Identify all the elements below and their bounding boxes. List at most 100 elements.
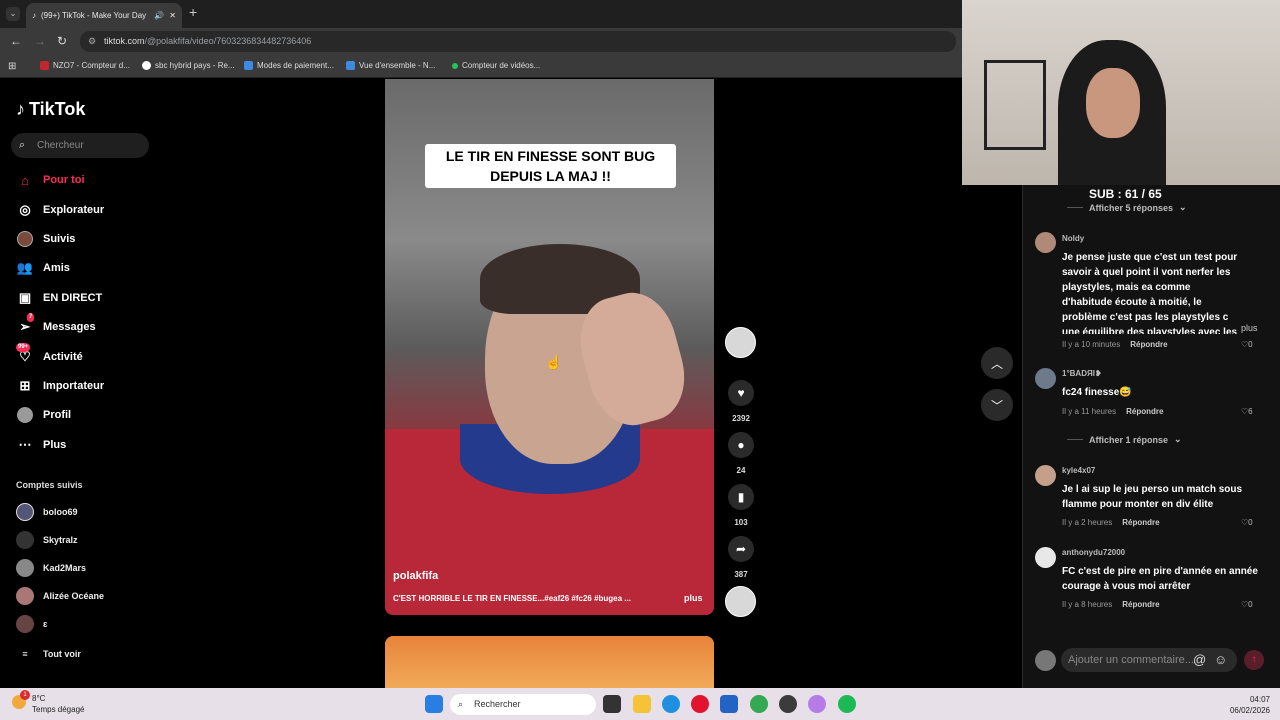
followed-account[interactable]: Alizée Océane: [16, 586, 104, 606]
bookmark-item[interactable]: Vue d'ensemble - N...: [346, 61, 435, 70]
new-tab-icon[interactable]: +: [189, 4, 197, 20]
show-replies-button[interactable]: Afficher 5 réponses ⌄: [1067, 202, 1187, 213]
messages-badge: 7: [27, 313, 35, 322]
search-icon: ⌕: [19, 139, 26, 151]
nav-profile[interactable]: Profil: [16, 404, 71, 426]
search-icon: ⌕: [458, 699, 464, 709]
tiktok-logo[interactable]: ♪ TikTok: [16, 99, 85, 120]
google-icon: [142, 61, 151, 70]
forward-icon[interactable]: →: [34, 34, 46, 48]
bookmark-item[interactable]: Compteur de vidéos...: [452, 61, 540, 70]
save-button[interactable]: ▮: [728, 484, 754, 510]
bookmark-item[interactable]: Modes de paiement...: [244, 61, 334, 70]
sub-counter: SUB : 61 / 65: [1089, 187, 1162, 201]
comment-like-button[interactable]: ♡0: [1241, 600, 1253, 609]
browser-tab[interactable]: ♪ (99+) TikTok - Make Your Day 🔊 ✕: [26, 3, 182, 28]
avatar[interactable]: [1035, 547, 1056, 568]
like-button[interactable]: ♥: [728, 380, 754, 406]
send-button[interactable]: ↑: [1244, 650, 1264, 670]
reply-button[interactable]: Répondre: [1122, 600, 1159, 609]
site-info-icon[interactable]: ⚙: [88, 31, 96, 52]
edge-icon[interactable]: [662, 695, 680, 713]
weather-widget[interactable]: 1 8°C Temps dégagé: [12, 690, 84, 715]
apps-icon[interactable]: ⊞: [8, 61, 16, 72]
bookmark-item[interactable]: NZO7 - Compteur d...: [40, 61, 130, 70]
avatar[interactable]: [1035, 368, 1056, 389]
speaker-icon[interactable]: 🔊: [154, 11, 164, 20]
nav-upload[interactable]: ⊞ Importateur: [16, 375, 105, 397]
comment-icon: ●: [737, 438, 745, 452]
nav-activity[interactable]: ♡ 99+ Activité: [16, 343, 83, 368]
spotify-icon[interactable]: [838, 695, 856, 713]
comment-more-link[interactable]: plus: [1241, 323, 1258, 333]
nav-for-you[interactable]: ⌂ Pour toi: [16, 169, 85, 191]
nav-friends[interactable]: 👥 Amis: [16, 257, 70, 279]
store-icon[interactable]: [720, 695, 738, 713]
followed-account[interactable]: Skytralz: [16, 530, 78, 550]
nav-following[interactable]: Suivis: [16, 228, 75, 250]
comment-username[interactable]: anthonydu72000: [1062, 548, 1125, 557]
webcam-shelf: [984, 60, 1046, 150]
comment-like-button[interactable]: ♡6: [1241, 407, 1253, 416]
nav-more[interactable]: ⋯ Plus: [16, 434, 67, 456]
reply-button[interactable]: Répondre: [1126, 407, 1163, 416]
task-view-icon[interactable]: [603, 695, 621, 713]
reply-button[interactable]: Répondre: [1130, 340, 1167, 349]
opera-icon[interactable]: [691, 695, 709, 713]
emoji-icon[interactable]: ☺: [1214, 652, 1227, 667]
system-clock[interactable]: 04:07 06/02/2026: [1230, 694, 1270, 716]
windows-start-icon[interactable]: [425, 695, 443, 713]
nav-messages[interactable]: ➢ 7 Messages: [16, 313, 96, 338]
app-icon[interactable]: [808, 695, 826, 713]
comment-text: Je l ai sup le jeu perso un match sous f…: [1062, 484, 1243, 510]
bookmark-item[interactable]: sbc hybrid pays - Re...: [142, 61, 235, 70]
comment-like-button[interactable]: ♡0: [1241, 340, 1253, 349]
comment-username[interactable]: Noldy: [1062, 234, 1084, 243]
previous-video-button[interactable]: ︿: [981, 347, 1013, 379]
see-all-link[interactable]: ≡ Tout voir: [16, 644, 80, 664]
share-button[interactable]: ➦: [728, 536, 754, 562]
video-overlay-text: LE TIR EN FINESSE SONT BUG DEPUIS LA MAJ…: [425, 144, 676, 188]
comment-like-button[interactable]: ♡0: [1241, 518, 1253, 527]
search-input[interactable]: ⌕ Chercheur: [11, 133, 149, 158]
comment-input[interactable]: Ajouter un commentaire...: [1061, 648, 1237, 672]
music-disc-avatar[interactable]: [725, 586, 756, 617]
url-field[interactable]: ⚙ tiktok.com/@polakfifa/video/7603236834…: [80, 31, 956, 52]
followed-account[interactable]: Kad2Mars: [16, 558, 86, 578]
file-explorer-icon[interactable]: [633, 695, 651, 713]
avatar[interactable]: [1035, 232, 1056, 253]
arrow-up-icon: ↑: [1251, 654, 1257, 665]
nav-live[interactable]: ▣ EN DIRECT: [16, 287, 102, 309]
video-player[interactable]: LE TIR EN FINESSE SONT BUG DEPUIS LA MAJ…: [385, 79, 714, 615]
ads-icon: [346, 61, 355, 70]
tab-search-button[interactable]: ⌄: [6, 7, 20, 21]
obs-icon[interactable]: [779, 695, 797, 713]
browser-tab-bar: ⌄ ♪ (99+) TikTok - Make Your Day 🔊 ✕ +: [0, 0, 962, 28]
comment-button[interactable]: ●: [728, 432, 754, 458]
nav-explore[interactable]: ◎ Explorateur: [16, 199, 104, 221]
next-video-button[interactable]: ﹀: [981, 389, 1013, 421]
next-video-preview[interactable]: [385, 636, 714, 696]
reply-button[interactable]: Répondre: [1122, 518, 1159, 527]
followed-account[interactable]: boloo69: [16, 502, 78, 522]
creator-avatar[interactable]: [725, 327, 756, 358]
show-replies-button[interactable]: Afficher 1 réponse ⌄: [1067, 434, 1182, 445]
chrome-icon[interactable]: [750, 695, 768, 713]
address-bar-row: ← → ↻ ⚙ tiktok.com/@polakfifa/video/7603…: [0, 28, 962, 55]
avatar[interactable]: [1035, 465, 1056, 486]
reload-icon[interactable]: ↻: [57, 34, 67, 48]
comment-text: FC c'est de pire en pire d'année en anné…: [1062, 566, 1258, 592]
alert-badge: 1: [20, 690, 30, 700]
comment-username[interactable]: 1°BADЯI❥: [1062, 369, 1102, 378]
url-domain: tiktok.com: [104, 36, 145, 46]
followed-account[interactable]: ɛ: [16, 614, 47, 634]
taskbar-search[interactable]: ⌕ Rechercher: [450, 694, 596, 715]
comment-username[interactable]: kyle4x07: [1062, 466, 1095, 475]
mention-icon[interactable]: @: [1193, 652, 1206, 667]
chevron-down-icon: ⌄: [1174, 434, 1182, 444]
video-author[interactable]: polakfifa: [393, 570, 438, 582]
tab-close-icon[interactable]: ✕: [169, 11, 176, 20]
avatar: [16, 615, 34, 633]
description-more-link[interactable]: plus: [684, 593, 703, 603]
back-icon[interactable]: ←: [10, 34, 22, 48]
